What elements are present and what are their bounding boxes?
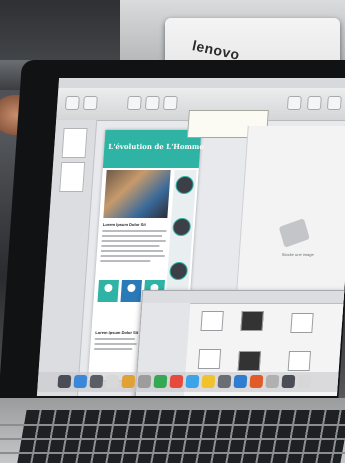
- file-icon[interactable]: [197, 349, 222, 369]
- toolbar-button[interactable]: [162, 96, 178, 110]
- file-icon[interactable]: [287, 351, 312, 371]
- key-row-gap: [0, 452, 345, 454]
- toolbar-button[interactable]: [64, 96, 80, 110]
- menu-bar[interactable]: [58, 78, 345, 88]
- text-line: [102, 230, 167, 232]
- dock-app-icon[interactable]: [201, 375, 216, 388]
- file-icon[interactable]: [200, 311, 224, 331]
- toolbar-button[interactable]: [286, 96, 302, 110]
- dock-app-icon[interactable]: [169, 375, 184, 388]
- brush-icon: [278, 218, 310, 248]
- page-thumbnail[interactable]: [59, 162, 86, 192]
- file-icon[interactable]: [237, 351, 262, 371]
- dock-app-icon[interactable]: [265, 375, 280, 388]
- toolbar-button[interactable]: [144, 96, 160, 110]
- dock-app-icon[interactable]: [121, 375, 136, 388]
- text-line: [101, 245, 160, 247]
- text-line: [100, 255, 165, 257]
- dock-app-icon[interactable]: [137, 375, 152, 388]
- key-row-gap: [0, 438, 345, 440]
- dock: [37, 372, 339, 392]
- dock-app-icon[interactable]: [105, 375, 120, 388]
- profile-circle-icon: [175, 176, 195, 194]
- photo-scene: lenovo L'évolution de L'Homme Lorem Ipsu…: [0, 0, 345, 463]
- text-line: [102, 235, 163, 237]
- dock-app-icon[interactable]: [297, 375, 312, 388]
- key-row-gap: [0, 424, 345, 426]
- feature-tile: [97, 280, 119, 302]
- dock-app-icon[interactable]: [249, 375, 264, 388]
- toolbar-button[interactable]: [82, 96, 98, 110]
- dock-app-icon[interactable]: [73, 375, 88, 388]
- text-line: [100, 260, 151, 262]
- profile-circle-icon: [168, 262, 189, 280]
- toolbar-button[interactable]: [326, 96, 342, 110]
- text-line: [100, 250, 164, 252]
- file-icon[interactable]: [290, 313, 314, 333]
- document-subtitle-2: Lorem Ipsum Dolor Sit: [95, 330, 139, 335]
- toolbar-button[interactable]: [306, 96, 322, 110]
- document-photo[interactable]: [103, 170, 171, 218]
- laptop-screen: L'évolution de L'Homme Lorem Ipsum Dolor…: [36, 78, 345, 396]
- tile-icon: [127, 284, 136, 292]
- document-sidebar-column: [166, 170, 197, 290]
- dock-app-icon[interactable]: [185, 375, 200, 388]
- file-icon[interactable]: [240, 311, 264, 331]
- text-line: [94, 348, 133, 350]
- tile-icon: [104, 284, 113, 292]
- dock-app-icon[interactable]: [153, 375, 168, 388]
- dock-app-icon[interactable]: [233, 375, 248, 388]
- feature-tile: [120, 280, 142, 302]
- placeholder-text: Stocke une image: [281, 252, 314, 257]
- text-line: [94, 338, 135, 340]
- profile-circle-icon: [172, 218, 192, 236]
- text-line: [101, 240, 166, 242]
- keyboard-keys: [17, 410, 345, 463]
- dock-app-icon[interactable]: [89, 375, 104, 388]
- document-subtitle: Lorem Ipsum Dolor Sit: [102, 222, 146, 227]
- toolbar-button[interactable]: [126, 96, 142, 110]
- dock-app-icon[interactable]: [57, 375, 72, 388]
- text-line: [94, 343, 137, 345]
- page-thumbnail[interactable]: [61, 128, 88, 158]
- dock-app-icon[interactable]: [217, 375, 232, 388]
- document-title: L'évolution de L'Homme: [108, 142, 205, 151]
- dock-app-icon[interactable]: [281, 375, 296, 388]
